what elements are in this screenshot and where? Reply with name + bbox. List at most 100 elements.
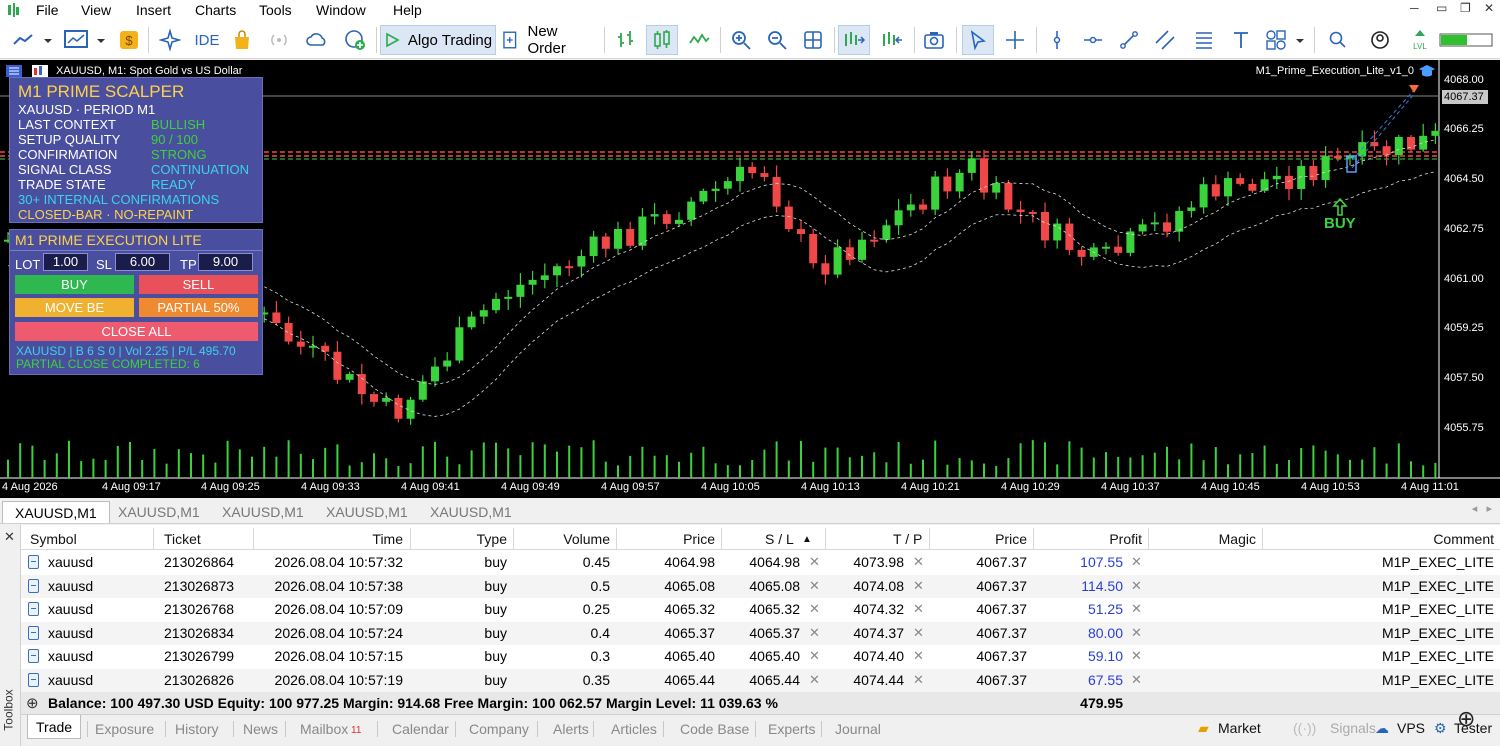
- remove-tp-icon[interactable]: ✕: [913, 625, 924, 641]
- tab-trade[interactable]: Trade: [27, 715, 82, 739]
- remove-tp-icon[interactable]: ✕: [913, 648, 924, 664]
- menu-window[interactable]: Window: [316, 2, 366, 18]
- candlestick-icon[interactable]: [646, 25, 678, 55]
- table-row[interactable]: xauusd 213026768 2026.08.04 10:57:09 buy 0.2…: [21, 598, 1500, 621]
- remove-sl-icon[interactable]: ✕: [809, 554, 820, 570]
- tab-alerts[interactable]: Alerts: [545, 719, 597, 739]
- tab-history[interactable]: History: [167, 719, 227, 739]
- ide-button[interactable]: IDE: [192, 25, 222, 55]
- crosshair-icon[interactable]: [1000, 25, 1030, 55]
- vps-button[interactable]: VPS: [1397, 720, 1425, 736]
- menu-tools[interactable]: Tools: [259, 2, 292, 18]
- cell-tp[interactable]: 4074.32: [825, 601, 904, 617]
- price-chart[interactable]: XAUUSD, M1: Spot Gold vs US Dollar M1_Pr…: [0, 60, 1500, 498]
- channel-icon[interactable]: [1150, 25, 1180, 55]
- cursor-icon[interactable]: [962, 25, 994, 55]
- close-position-icon[interactable]: ✕: [1131, 648, 1142, 664]
- tp-input[interactable]: 9.00: [198, 253, 253, 271]
- algo-trading-button[interactable]: Algo Trading: [380, 25, 496, 55]
- menu-charts[interactable]: Charts: [195, 2, 236, 18]
- close-position-icon[interactable]: ✕: [1131, 554, 1142, 570]
- new-order-button[interactable]: New Order: [502, 23, 598, 57]
- cell-sl[interactable]: 4065.08: [721, 578, 800, 594]
- remove-sl-icon[interactable]: ✕: [809, 578, 820, 594]
- col-magic[interactable]: Magic: [1148, 531, 1256, 547]
- grid-icon[interactable]: [798, 25, 828, 55]
- table-row[interactable]: xauusd 213026834 2026.08.04 10:57:24 buy 0.4…: [21, 621, 1500, 645]
- col-type[interactable]: Type: [410, 531, 507, 547]
- col-ticket[interactable]: Ticket: [164, 531, 201, 547]
- close-window-icon[interactable]: ✕: [1484, 1, 1494, 15]
- autoscroll-icon[interactable]: [838, 25, 870, 55]
- sparkle-icon[interactable]: [156, 25, 184, 55]
- market-button[interactable]: Market: [1218, 720, 1261, 736]
- close-position-icon[interactable]: ✕: [1131, 601, 1142, 617]
- line-icon[interactable]: [684, 25, 714, 55]
- chart-tab-4[interactable]: XAUUSD,M1: [314, 501, 420, 523]
- move-be-button[interactable]: MOVE BE: [15, 298, 134, 317]
- vps-cloud-icon[interactable]: ☁: [1375, 720, 1389, 737]
- remove-tp-icon[interactable]: ✕: [913, 601, 924, 617]
- tab-company[interactable]: Company: [461, 719, 537, 739]
- tab-journal[interactable]: Journal: [827, 719, 889, 739]
- close-position-icon[interactable]: ✕: [1131, 672, 1142, 688]
- table-row[interactable]: xauusd 213026826 2026.08.04 10:57:19 buy 0.3…: [21, 668, 1500, 692]
- expand-icon[interactable]: ⊕: [26, 694, 39, 712]
- fibonacci-icon[interactable]: [1188, 25, 1220, 55]
- chart-template-icon[interactable]: [62, 25, 108, 55]
- vertical-line-icon[interactable]: [1042, 25, 1072, 55]
- table-row[interactable]: xauusd 213026864 2026.08.04 10:57:32 buy 0.4…: [21, 551, 1500, 574]
- close-position-icon[interactable]: ✕: [1131, 578, 1142, 594]
- market-bag-icon[interactable]: [228, 25, 256, 55]
- cell-sl[interactable]: 4064.98: [721, 554, 800, 570]
- cell-sl[interactable]: 4065.40: [721, 648, 800, 664]
- globe-add-icon[interactable]: [340, 25, 370, 55]
- remove-tp-icon[interactable]: ✕: [913, 578, 924, 594]
- cell-sl[interactable]: 4065.44: [721, 672, 800, 688]
- table-row[interactable]: xauusd 213026873 2026.08.04 10:57:38 buy 0.5…: [21, 574, 1500, 598]
- tester-icon[interactable]: ⚙: [1434, 720, 1447, 737]
- close-toolbox-icon[interactable]: ✕: [4, 529, 15, 545]
- restore-window-icon[interactable]: ❐: [1460, 1, 1471, 15]
- cell-tp[interactable]: 4074.40: [825, 648, 904, 664]
- level-icon[interactable]: LVL: [1406, 25, 1434, 55]
- screenshot-icon[interactable]: [918, 25, 950, 55]
- chart-tab-1[interactable]: XAUUSD,M1: [2, 501, 110, 523]
- partial-close-button[interactable]: PARTIAL 50%: [139, 298, 258, 317]
- buy-button[interactable]: BUY: [15, 275, 134, 294]
- menu-view[interactable]: View: [81, 2, 111, 18]
- remove-sl-icon[interactable]: ✕: [809, 672, 820, 688]
- lot-input[interactable]: 1.00: [43, 253, 88, 271]
- signals-button[interactable]: Signals: [1330, 720, 1376, 736]
- tab-code-base[interactable]: Code Base: [672, 719, 757, 739]
- tab-mailbox[interactable]: Mailbox: [292, 719, 356, 739]
- zoom-in-icon[interactable]: [726, 25, 756, 55]
- remove-tp-icon[interactable]: ✕: [913, 672, 924, 688]
- col-symbol[interactable]: Symbol: [30, 531, 77, 547]
- menu-file[interactable]: File: [36, 2, 59, 18]
- chart-tab-3[interactable]: XAUUSD,M1: [210, 501, 316, 523]
- col-profit[interactable]: Profit: [1033, 531, 1142, 547]
- col-tp[interactable]: T / P: [893, 531, 922, 547]
- col-volume[interactable]: Volume: [513, 531, 610, 547]
- trendline-icon[interactable]: [1114, 25, 1144, 55]
- col-comment[interactable]: Comment: [1262, 531, 1494, 547]
- restore-icon[interactable]: ▭: [1436, 1, 1447, 15]
- remove-sl-icon[interactable]: ✕: [809, 625, 820, 641]
- tab-scroll-arrows-icon[interactable]: ◂ ▸: [1472, 502, 1492, 515]
- tab-news[interactable]: News: [235, 719, 286, 739]
- remove-sl-icon[interactable]: ✕: [809, 601, 820, 617]
- zoom-magnifier-icon[interactable]: ⊕: [1457, 706, 1475, 732]
- tab-experts[interactable]: Experts: [760, 719, 823, 739]
- chart-tab-2[interactable]: XAUUSD,M1: [106, 501, 212, 523]
- horizontal-line-icon[interactable]: [1078, 25, 1108, 55]
- chart-tab-5[interactable]: XAUUSD,M1: [418, 501, 524, 523]
- cell-sl[interactable]: 4065.37: [721, 625, 800, 641]
- menu-insert[interactable]: Insert: [136, 2, 171, 18]
- account-icon[interactable]: [1366, 25, 1394, 55]
- col-time[interactable]: Time: [253, 531, 403, 547]
- tab-exposure[interactable]: Exposure: [87, 719, 162, 739]
- zoom-out-icon[interactable]: [762, 25, 792, 55]
- chart-shift-icon[interactable]: [876, 25, 908, 55]
- remove-tp-icon[interactable]: ✕: [913, 554, 924, 570]
